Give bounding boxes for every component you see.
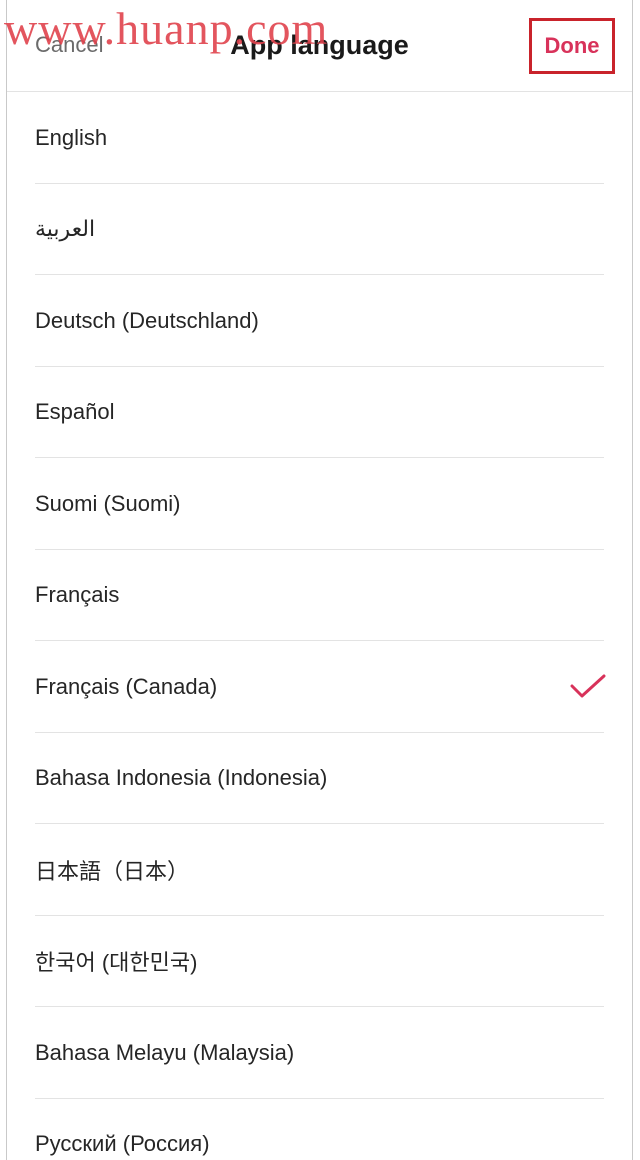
language-label: Deutsch (Deutschland) [35,307,259,333]
language-item-french-canada[interactable]: Français (Canada) [7,641,632,733]
language-label: English [35,124,108,150]
language-item-german[interactable]: Deutsch (Deutschland) [7,275,632,367]
language-item-korean[interactable]: 한국어 (대한민국) [7,916,632,1008]
language-label: العربية [35,216,96,242]
language-label: Русский (Россия) [35,1131,210,1157]
language-label: Français (Canada) [35,673,218,699]
app-language-screen: Cancel App language Done English العربية… [6,0,633,1160]
language-item-indonesian[interactable]: Bahasa Indonesia (Indonesia) [7,733,632,825]
language-label: 한국어 (대한민국) [35,950,198,976]
language-label: Français [35,582,120,608]
language-item-english[interactable]: English [7,92,632,184]
done-button[interactable]: Done [529,18,615,74]
language-label: Suomi (Suomi) [35,490,181,516]
done-button-label: Done [544,33,600,58]
language-item-arabic[interactable]: العربية [7,184,632,276]
checkmark-icon [570,674,606,698]
language-item-finnish[interactable]: Suomi (Suomi) [7,458,632,550]
language-item-malay[interactable]: Bahasa Melayu (Malaysia) [7,1007,632,1099]
language-label: Bahasa Melayu (Malaysia) [35,1039,295,1065]
language-label: Español [35,399,115,425]
language-list: English العربية Deutsch (Deutschland) Es… [7,92,632,1160]
language-item-russian[interactable]: Русский (Россия) [7,1099,632,1160]
language-item-spanish[interactable]: Español [7,367,632,459]
language-label: Bahasa Indonesia (Indonesia) [35,765,328,791]
language-label: 日本語（日本） [35,858,190,884]
language-item-japanese[interactable]: 日本語（日本） [7,824,632,916]
nav-header: Cancel App language Done [7,0,632,92]
language-item-french[interactable]: Français [7,550,632,642]
